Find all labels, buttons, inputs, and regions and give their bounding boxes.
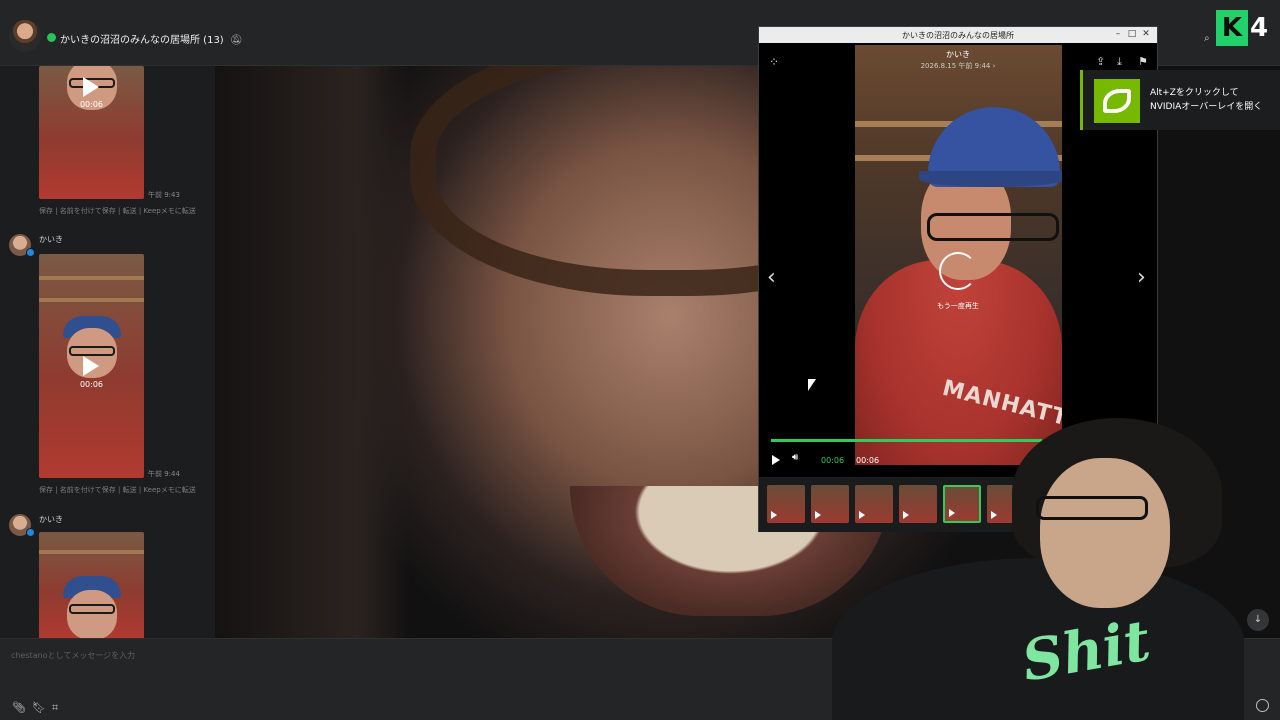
- nvidia-line-1: Alt+Zをクリックして: [1150, 88, 1239, 98]
- close-icon[interactable]: ✕: [1141, 29, 1151, 40]
- minimize-icon[interactable]: –: [1113, 29, 1123, 40]
- chat-title[interactable]: かいきの沼沼のみんなの居場所 (13) 🔕︎: [60, 31, 242, 46]
- video-message-thumbnail[interactable]: 00:06: [39, 66, 144, 199]
- cam-glasses: [1036, 496, 1148, 520]
- k4-logo-k: K: [1216, 10, 1248, 46]
- viewer-titlebar: かいきの沼沼のみんなの居場所 – □ ✕: [759, 27, 1157, 43]
- viewer-window-title: かいきの沼沼のみんなの居場所: [902, 31, 1014, 40]
- play-icon: [771, 511, 777, 519]
- play-icon[interactable]: [772, 455, 780, 465]
- crop-icon[interactable]: ⌗: [52, 701, 58, 715]
- bell-slash-icon: 🔕︎: [229, 35, 243, 46]
- video-message-thumbnail[interactable]: 00:06: [39, 254, 144, 478]
- prev-arrow-icon[interactable]: ‹: [767, 265, 776, 290]
- k4-logo: K 4: [1214, 8, 1272, 48]
- play-icon[interactable]: [83, 77, 99, 97]
- next-arrow-icon[interactable]: ›: [1137, 265, 1146, 290]
- thumb-glasses: [69, 346, 115, 356]
- cam-face: [1040, 458, 1170, 608]
- message-list: 00:06 午前 9:43 保存 | 名前を付けて保存 | 転送 | Keepメ…: [0, 66, 215, 638]
- volume-icon[interactable]: 🔊︎: [792, 452, 798, 463]
- sender-name: かいき: [39, 235, 63, 244]
- scroll-down-button[interactable]: ↓: [1247, 609, 1269, 631]
- maximize-icon[interactable]: □: [1127, 29, 1137, 40]
- thumbnail-strip-item[interactable]: [767, 485, 805, 523]
- thumb-face: [67, 590, 117, 638]
- mouse-cursor: [808, 379, 816, 391]
- bookmark-icon[interactable]: ⚑: [1138, 55, 1148, 68]
- replay-label[interactable]: もう一度再生: [909, 301, 1007, 311]
- replay-icon[interactable]: [939, 252, 977, 290]
- message-actions[interactable]: 保存 | 名前を付けて保存 | 転送 | Keepメモに転送: [39, 485, 196, 495]
- message-actions[interactable]: 保存 | 名前を付けて保存 | 転送 | Keepメモに転送: [39, 206, 196, 216]
- bookmark-icon[interactable]: 🔖︎: [32, 701, 46, 714]
- play-icon[interactable]: [83, 356, 99, 376]
- thumb-glasses: [69, 604, 115, 614]
- sender-name: かいき: [39, 515, 63, 524]
- search-icon[interactable]: ⌕: [1204, 33, 1210, 44]
- k4-logo-num: 4: [1250, 13, 1269, 43]
- emoji-icon[interactable]: [1256, 699, 1269, 712]
- video-subject-glasses: [927, 213, 1059, 241]
- message-input[interactable]: [9, 645, 609, 665]
- share-icon[interactable]: ⇪: [1096, 55, 1105, 68]
- play-icon: [815, 511, 821, 519]
- nvidia-overlay-notification[interactable]: Alt+Zをクリックして NVIDIAオーバーレイを開く: [1080, 70, 1280, 130]
- nvidia-line-2: NVIDIAオーバーレイを開く: [1150, 102, 1263, 112]
- download-icon[interactable]: ⤓: [1117, 55, 1122, 69]
- message-time: 午前 9:43: [148, 191, 180, 199]
- video-duration: 00:06: [79, 100, 104, 109]
- sender-badge-icon: [26, 528, 35, 537]
- video-duration: 00:06: [79, 380, 104, 389]
- paperclip-icon[interactable]: 📎︎: [12, 701, 26, 714]
- chat-title-text: かいきの沼沼のみんなの居場所 (13): [60, 35, 224, 46]
- sender-badge-icon: [26, 248, 35, 257]
- streamer-webcam: Shit: [832, 418, 1244, 720]
- group-avatar[interactable]: [9, 20, 41, 52]
- nvidia-logo-icon: [1094, 79, 1140, 123]
- video-message-thumbnail[interactable]: [39, 532, 144, 638]
- message-time: 午前 9:44: [148, 470, 180, 478]
- group-badge-icon: [47, 33, 56, 42]
